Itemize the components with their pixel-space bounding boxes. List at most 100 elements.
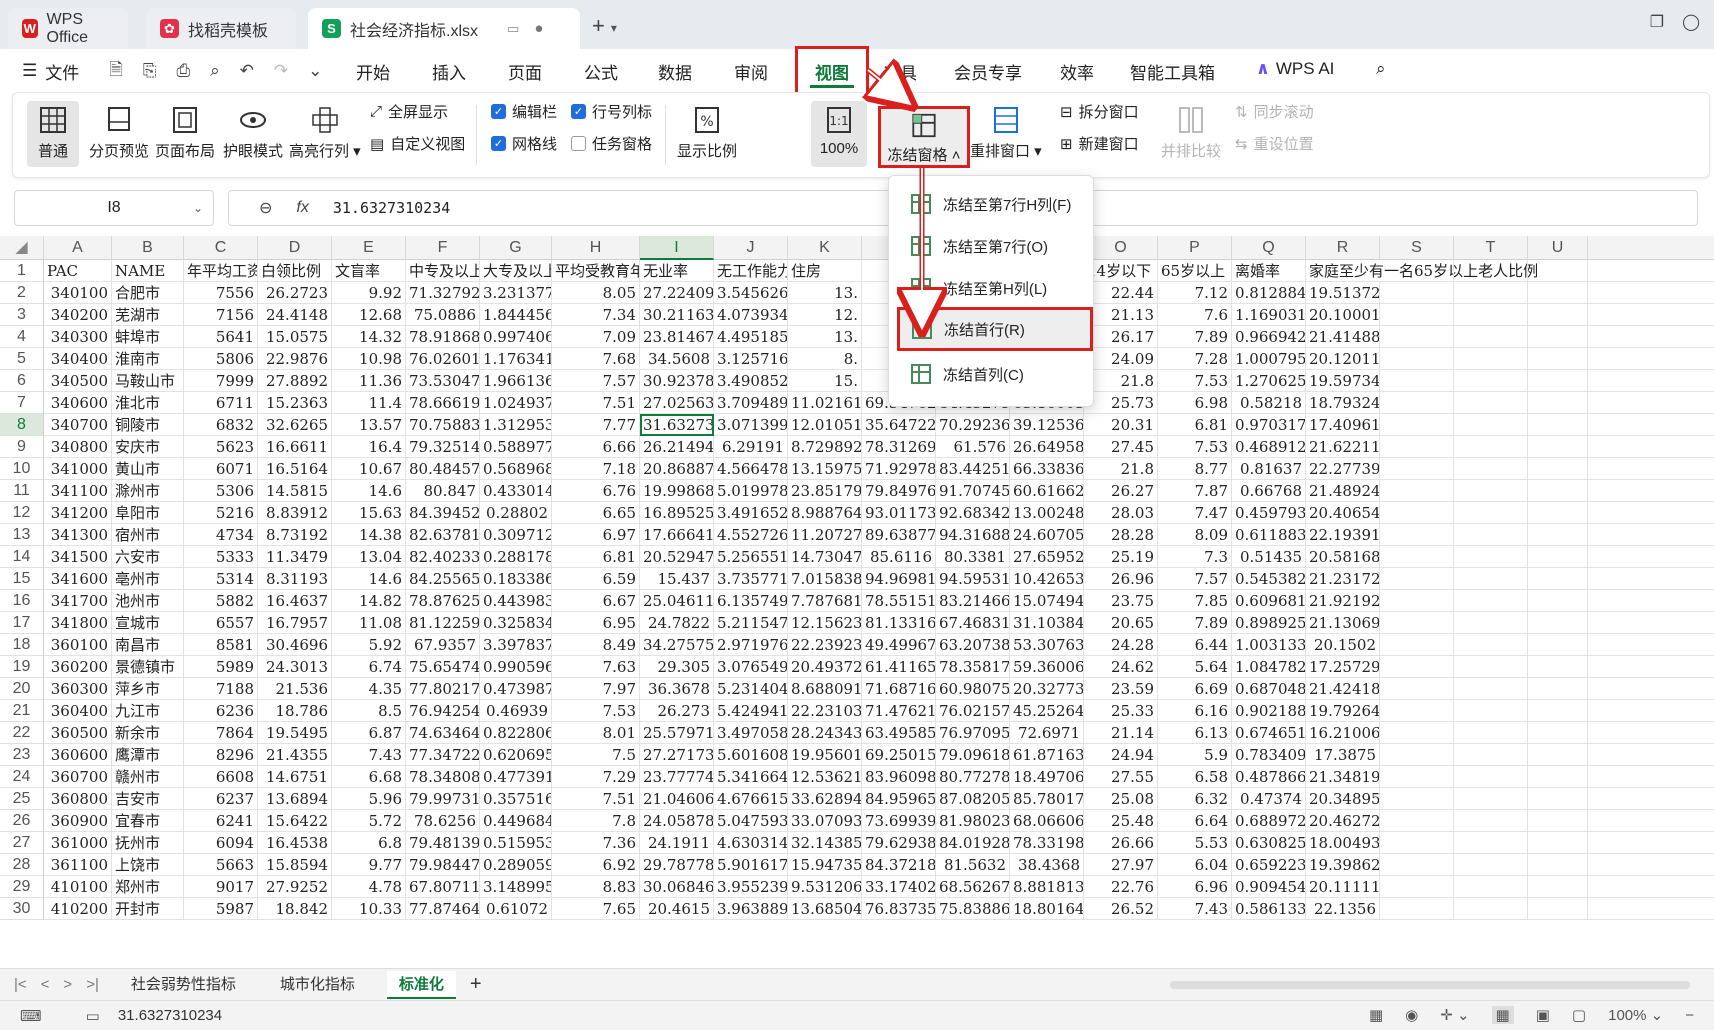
cell[interactable]: 10.33 (332, 898, 406, 920)
cell[interactable] (1454, 282, 1528, 304)
cell[interactable] (1528, 678, 1588, 700)
cell[interactable]: 75.0886 (406, 304, 480, 326)
cell[interactable]: 11.08 (332, 612, 406, 634)
cell[interactable]: 79.09618 (936, 744, 1010, 766)
cell[interactable]: 6.59 (552, 568, 640, 590)
tab-tools[interactable]: 工具 (883, 59, 917, 84)
freeze-to-7-row-item[interactable]: 冻结至第7行(O) (899, 228, 1085, 264)
row-header[interactable]: 9 (0, 436, 44, 458)
cell[interactable]: 3.076549 (714, 656, 788, 678)
new-tab-icon[interactable]: + (592, 13, 605, 39)
cell[interactable]: 29.78778 (640, 854, 714, 876)
cell[interactable]: 南昌市 (112, 634, 184, 656)
gridlines-checkbox[interactable]: ✓ 网格线 (491, 133, 557, 154)
cell[interactable]: 7.3 (1158, 546, 1232, 568)
row-header[interactable]: 23 (0, 744, 44, 766)
sync-scroll-button[interactable]: ⇅ 同步滚动 (1235, 101, 1314, 122)
cell[interactable] (1528, 348, 1588, 370)
tab-efficiency[interactable]: 效率 (1060, 59, 1094, 84)
cell[interactable]: 360100 (44, 634, 112, 656)
zoom-button[interactable]: % 显示比例 (677, 106, 737, 161)
cell[interactable]: 0.46939 (480, 700, 552, 722)
cell[interactable]: 16.4637 (258, 590, 332, 612)
cell[interactable]: 4.552726 (714, 524, 788, 546)
cell[interactable] (1528, 568, 1588, 590)
first-sheet-icon[interactable]: |< (14, 976, 27, 993)
cell[interactable]: 7.43 (1158, 898, 1232, 920)
avatar[interactable]: ◯ (1682, 12, 1700, 32)
cell[interactable]: 6.87 (332, 722, 406, 744)
cell[interactable]: 66.33836 (1010, 458, 1084, 480)
cell[interactable]: 83.21466 (936, 590, 1010, 612)
row-header[interactable]: 24 (0, 766, 44, 788)
cell[interactable]: 上饶市 (112, 854, 184, 876)
cell[interactable] (1380, 282, 1454, 304)
cell[interactable]: 萍乡市 (112, 678, 184, 700)
row-header[interactable]: 4 (0, 326, 44, 348)
cell[interactable]: 3.491652 (714, 502, 788, 524)
row-header[interactable]: 26 (0, 810, 44, 832)
cell[interactable]: 32.6265 (258, 414, 332, 436)
cell[interactable]: 7.5 (552, 744, 640, 766)
cell[interactable]: 6.135749 (714, 590, 788, 612)
cell[interactable]: 77.87464 (406, 898, 480, 920)
cell[interactable]: 7.51 (552, 392, 640, 414)
cell[interactable] (1380, 392, 1454, 414)
column-header-o[interactable]: O (1084, 236, 1158, 260)
fx-icon[interactable]: fx (296, 199, 308, 217)
cell[interactable]: 78.91868 (406, 326, 480, 348)
cell[interactable]: 0.28802 (480, 502, 552, 524)
cell[interactable] (1380, 788, 1454, 810)
cell[interactable]: 24.7822 (640, 612, 714, 634)
cell[interactable] (1380, 304, 1454, 326)
cell[interactable]: 6608 (184, 766, 258, 788)
tab-wps-office[interactable]: W WPS Office (8, 8, 128, 49)
cell[interactable]: 7.8 (552, 810, 640, 832)
cell[interactable]: 23.59 (1084, 678, 1158, 700)
cell[interactable]: 8.31193 (258, 568, 332, 590)
cell[interactable]: 80.48457 (406, 458, 480, 480)
cell[interactable]: 85.6116 (862, 546, 936, 568)
cell[interactable]: 19.59734 (1306, 370, 1380, 392)
cell[interactable]: 20.1502 (1306, 634, 1380, 656)
cell[interactable]: 0.568968 (480, 458, 552, 480)
cell[interactable]: 淮北市 (112, 392, 184, 414)
cell[interactable]: 360700 (44, 766, 112, 788)
cell[interactable] (1528, 480, 1588, 502)
cell[interactable]: 芜湖市 (112, 304, 184, 326)
cell[interactable]: 4.78 (332, 876, 406, 898)
cell[interactable]: 8296 (184, 744, 258, 766)
cell[interactable]: 341700 (44, 590, 112, 612)
tab-page[interactable]: 页面 (508, 59, 542, 84)
column-title-cell[interactable]: 大专及以上 (480, 260, 552, 282)
cell[interactable]: 61.87163 (1010, 744, 1084, 766)
cell[interactable]: 27.45 (1084, 436, 1158, 458)
cell[interactable] (1528, 524, 1588, 546)
cell[interactable]: 26.52 (1084, 898, 1158, 920)
cell[interactable]: 60.98075 (936, 678, 1010, 700)
cell[interactable]: 71.47621 (862, 700, 936, 722)
cell[interactable]: 84.01928 (936, 832, 1010, 854)
custom-view-button[interactable]: ▤ 自定义视图 (370, 133, 465, 154)
cell[interactable]: 15.07494 (1010, 590, 1084, 612)
name-box[interactable]: I8 ⌄ (14, 190, 214, 226)
cell[interactable]: 5.231404 (714, 678, 788, 700)
cell[interactable]: 1.176341 (480, 348, 552, 370)
cell[interactable]: 郑州市 (112, 876, 184, 898)
cell[interactable]: 341500 (44, 546, 112, 568)
cell[interactable]: 78.33198 (1010, 832, 1084, 854)
cell[interactable]: 25.08 (1084, 788, 1158, 810)
cell[interactable] (1528, 392, 1588, 414)
cell[interactable]: 70.29236 (936, 414, 1010, 436)
cell[interactable]: 6071 (184, 458, 258, 480)
cell[interactable]: 340400 (44, 348, 112, 370)
cell[interactable]: 410200 (44, 898, 112, 920)
row-header[interactable]: 16 (0, 590, 44, 612)
cell[interactable]: 36.3678 (640, 678, 714, 700)
cell[interactable]: 14.73047 (788, 546, 862, 568)
cell[interactable]: 71.68716 (862, 678, 936, 700)
cell[interactable]: 6.67 (552, 590, 640, 612)
cell[interactable]: 25.19 (1084, 546, 1158, 568)
cell[interactable] (1380, 502, 1454, 524)
cell[interactable]: 4.566478 (714, 458, 788, 480)
